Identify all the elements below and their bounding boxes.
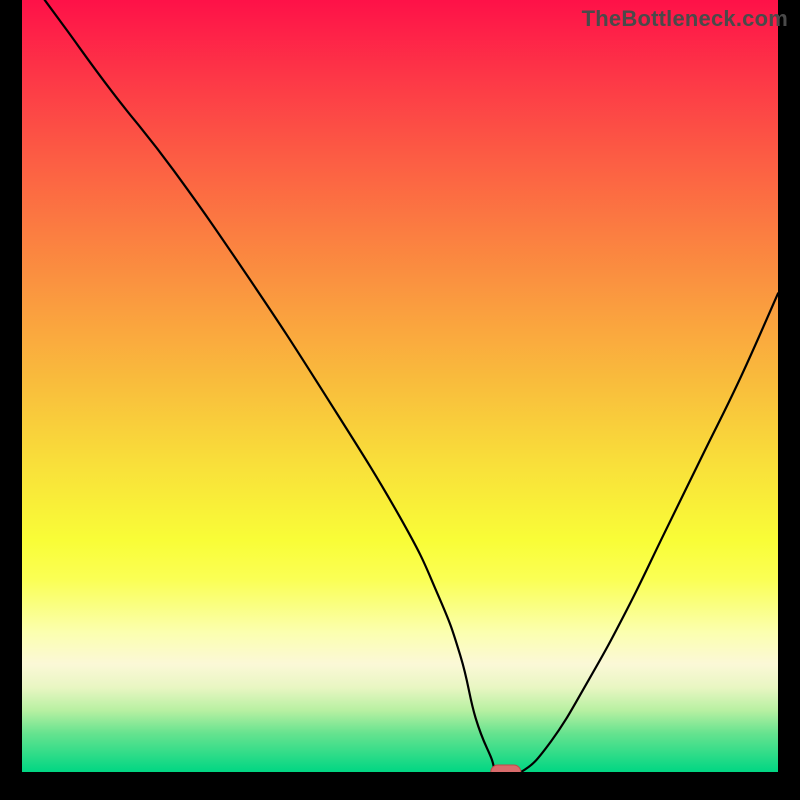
chart-stage: TheBottleneck.com xyxy=(0,0,800,800)
watermark-text: TheBottleneck.com xyxy=(582,6,788,32)
frame-bottom xyxy=(0,772,800,800)
frame-right xyxy=(778,0,800,800)
bottleneck-chart xyxy=(0,0,800,800)
plot-area xyxy=(22,0,778,772)
frame-left xyxy=(0,0,22,800)
